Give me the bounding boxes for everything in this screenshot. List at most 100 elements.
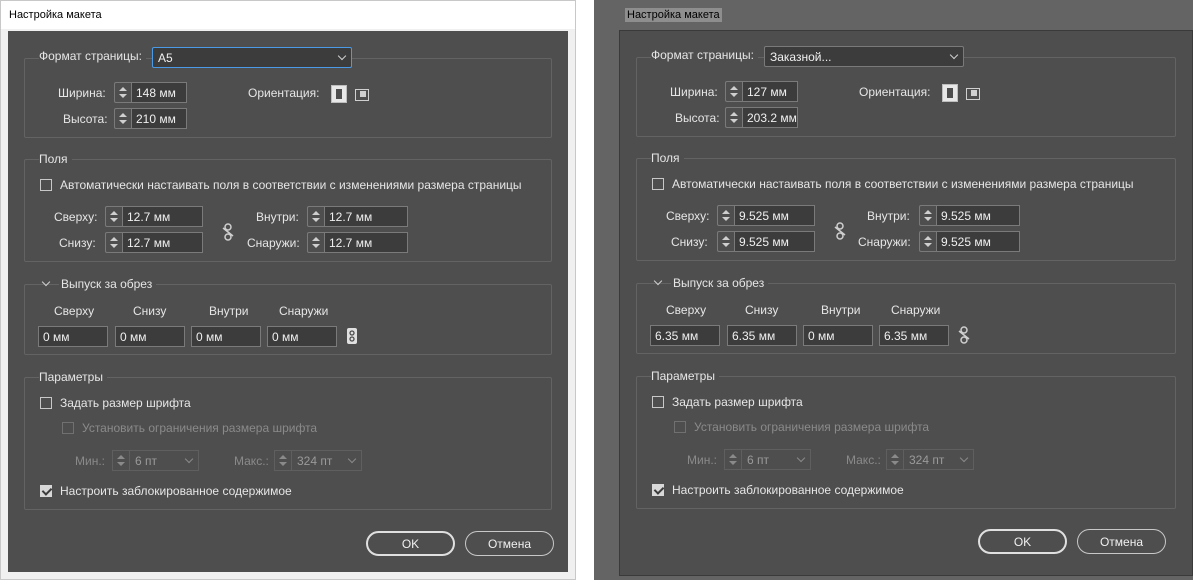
stepper-arrows-icon[interactable] — [919, 205, 936, 226]
width-field[interactable]: 148 мм — [131, 82, 187, 103]
font-size-checkbox[interactable] — [40, 397, 52, 409]
width-stepper[interactable]: 127 мм — [725, 81, 798, 102]
min-label: Мин.: — [687, 453, 717, 467]
stepper-arrows-icon[interactable] — [725, 107, 742, 128]
portrait-orientation-icon[interactable] — [331, 85, 347, 103]
margin-outside-stepper[interactable]: 9.525 мм — [919, 231, 1020, 252]
portrait-orientation-icon[interactable] — [942, 84, 958, 102]
chain-link-icon[interactable] — [345, 327, 359, 345]
margin-top-stepper[interactable]: 12.7 мм — [105, 206, 203, 227]
margin-bottom-stepper[interactable]: 9.525 мм — [717, 231, 815, 252]
broken-chain-icon[interactable] — [221, 223, 235, 241]
bleed-bottom-label: Снизу — [745, 303, 779, 317]
dialog-title: Настройка макета — [625, 8, 722, 22]
margin-top-field[interactable]: 9.525 мм — [734, 205, 815, 226]
min-font-select[interactable]: 6 пт — [724, 449, 811, 470]
height-field[interactable]: 210 мм — [131, 108, 187, 129]
bleed-top-field[interactable]: 6.35 мм — [650, 325, 720, 346]
chevron-down-icon — [959, 453, 969, 463]
stepper-arrows-icon[interactable] — [105, 232, 122, 253]
margin-inside-stepper[interactable]: 9.525 мм — [919, 205, 1020, 226]
max-label: Макс.: — [846, 453, 881, 467]
margin-inside-stepper[interactable]: 12.7 мм — [307, 206, 408, 227]
page-format-select[interactable]: Заказной... — [764, 46, 964, 67]
margins-group: Поля Автоматически настаивать поля в соо… — [636, 151, 1176, 261]
width-field[interactable]: 127 мм — [742, 81, 798, 102]
font-size-checkbox[interactable] — [652, 396, 664, 408]
chevron-down-icon[interactable] — [41, 277, 51, 287]
margin-outside-field[interactable]: 12.7 мм — [324, 232, 408, 253]
margin-top-field[interactable]: 12.7 мм — [122, 206, 203, 227]
landscape-orientation-icon[interactable] — [355, 87, 369, 101]
font-limit-label: Установить ограничения размера шрифта — [694, 420, 930, 434]
stepper-arrows-icon — [274, 450, 291, 471]
margin-bottom-field[interactable]: 12.7 мм — [122, 232, 203, 253]
broken-chain-icon[interactable] — [957, 326, 971, 344]
auto-margins-checkbox[interactable] — [40, 179, 52, 191]
bleed-title: Выпуск за обрез — [671, 276, 769, 290]
margin-inside-field[interactable]: 9.525 мм — [936, 205, 1020, 226]
broken-chain-icon[interactable] — [833, 222, 847, 240]
min-font-value: 6 пт — [747, 453, 770, 467]
auto-margins-checkbox[interactable] — [652, 178, 664, 190]
stepper-arrows-icon — [886, 449, 903, 470]
ok-button[interactable]: OK — [978, 529, 1067, 554]
margin-outside-field[interactable]: 9.525 мм — [936, 231, 1020, 252]
stepper-arrows-icon[interactable] — [114, 82, 131, 103]
bleed-bottom-field[interactable]: 0 мм — [115, 326, 185, 347]
stepper-arrows-icon[interactable] — [717, 205, 734, 226]
stepper-arrows-icon[interactable] — [919, 231, 936, 252]
locked-content-checkbox[interactable] — [40, 485, 52, 497]
cancel-button[interactable]: Отмена — [1077, 529, 1166, 554]
title-bar[interactable]: Настройка макета — [594, 0, 1193, 28]
stepper-arrows-icon[interactable] — [717, 231, 734, 252]
stepper-arrows-icon[interactable] — [307, 232, 324, 253]
params-group: Параметры Задать размер шрифта Установит… — [636, 369, 1176, 509]
chevron-down-icon[interactable] — [653, 276, 663, 286]
width-stepper[interactable]: 148 мм — [114, 82, 187, 103]
page-format-select[interactable]: A5 — [152, 47, 352, 68]
margins-title: Поля — [39, 152, 72, 166]
bleed-inside-field[interactable]: 0 мм — [803, 325, 873, 346]
margin-top-label: Сверху: — [666, 209, 710, 223]
margin-outside-stepper[interactable]: 12.7 мм — [307, 232, 408, 253]
height-label: Высота: — [675, 111, 720, 125]
bleed-bottom-field[interactable]: 6.35 мм — [727, 325, 797, 346]
margin-bottom-field[interactable]: 9.525 мм — [734, 231, 815, 252]
bleed-top-label: Сверху — [54, 304, 95, 318]
landscape-orientation-icon[interactable] — [966, 86, 980, 100]
stepper-arrows-icon[interactable] — [114, 108, 131, 129]
dialog-body: Формат страницы: Заказной... Ширина: 127… — [619, 30, 1193, 576]
font-limit-checkbox[interactable] — [62, 422, 74, 434]
locked-content-label: Настроить заблокированное содержимое — [672, 483, 904, 497]
bleed-outside-field[interactable]: 6.35 мм — [879, 325, 949, 346]
max-font-select[interactable]: 324 пт — [274, 450, 362, 471]
margin-bottom-stepper[interactable]: 12.7 мм — [105, 232, 203, 253]
min-font-select[interactable]: 6 пт — [112, 450, 199, 471]
bleed-outside-field[interactable]: 0 мм — [267, 326, 337, 347]
font-limit-label: Установить ограничения размера шрифта — [82, 421, 318, 435]
stepper-arrows-icon[interactable] — [105, 206, 122, 227]
margin-top-stepper[interactable]: 9.525 мм — [717, 205, 815, 226]
bleed-top-field[interactable]: 0 мм — [38, 326, 108, 347]
margins-group: Поля Автоматически настаивать поля в соо… — [24, 152, 552, 262]
locked-content-label: Настроить заблокированное содержимое — [60, 484, 292, 498]
font-limit-checkbox[interactable] — [674, 421, 686, 433]
locked-content-checkbox[interactable] — [652, 484, 664, 496]
height-field[interactable]: 203.2 мм — [742, 107, 798, 128]
chevron-down-icon — [796, 453, 806, 463]
margin-outside-label: Снаружи: — [858, 235, 911, 249]
stepper-arrows-icon[interactable] — [725, 81, 742, 102]
height-stepper[interactable]: 210 мм — [114, 108, 187, 129]
stepper-arrows-icon[interactable] — [307, 206, 324, 227]
margin-inside-label: Внутри: — [867, 209, 910, 223]
max-font-select[interactable]: 324 пт — [886, 449, 974, 470]
margin-inside-field[interactable]: 12.7 мм — [324, 206, 408, 227]
bleed-outside-label: Снаружи — [279, 304, 329, 318]
title-bar[interactable]: Настройка макета — [1, 1, 575, 29]
stepper-arrows-icon — [112, 450, 129, 471]
ok-button[interactable]: OK — [366, 531, 455, 556]
cancel-button[interactable]: Отмена — [465, 531, 554, 556]
height-stepper[interactable]: 203.2 мм — [725, 107, 798, 128]
bleed-inside-field[interactable]: 0 мм — [191, 326, 261, 347]
